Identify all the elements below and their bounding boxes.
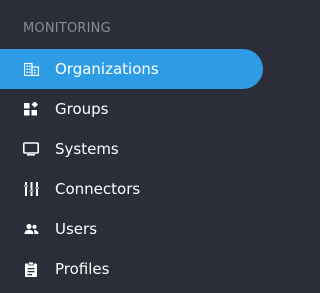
sidebar-item-groups[interactable]: Groups bbox=[0, 89, 277, 129]
sidebar: MONITORING Organizations Groups Systems … bbox=[0, 0, 277, 293]
sidebar-item-label: Groups bbox=[55, 100, 109, 118]
clipboard-icon bbox=[23, 261, 39, 277]
sidebar-item-label: Users bbox=[55, 220, 98, 238]
sidebar-item-label: Connectors bbox=[55, 180, 141, 198]
building-icon bbox=[23, 61, 39, 77]
sidebar-item-profiles[interactable]: Profiles bbox=[0, 249, 277, 289]
monitor-icon bbox=[23, 141, 39, 157]
sidebar-item-connectors[interactable]: Connectors bbox=[0, 169, 277, 209]
sidebar-item-users[interactable]: Users bbox=[0, 209, 277, 249]
section-title-monitoring: MONITORING bbox=[23, 21, 111, 36]
sidebar-nav: Organizations Groups Systems Connectors … bbox=[0, 49, 277, 289]
sidebar-item-systems[interactable]: Systems bbox=[0, 129, 277, 169]
users-icon bbox=[23, 221, 39, 237]
sidebar-item-label: Organizations bbox=[55, 60, 159, 78]
sidebar-item-organizations[interactable]: Organizations bbox=[0, 49, 263, 89]
sidebar-item-label: Profiles bbox=[55, 260, 110, 278]
widgets-icon bbox=[23, 101, 39, 117]
equalizer-icon bbox=[23, 181, 39, 197]
sidebar-item-label: Systems bbox=[55, 140, 119, 158]
